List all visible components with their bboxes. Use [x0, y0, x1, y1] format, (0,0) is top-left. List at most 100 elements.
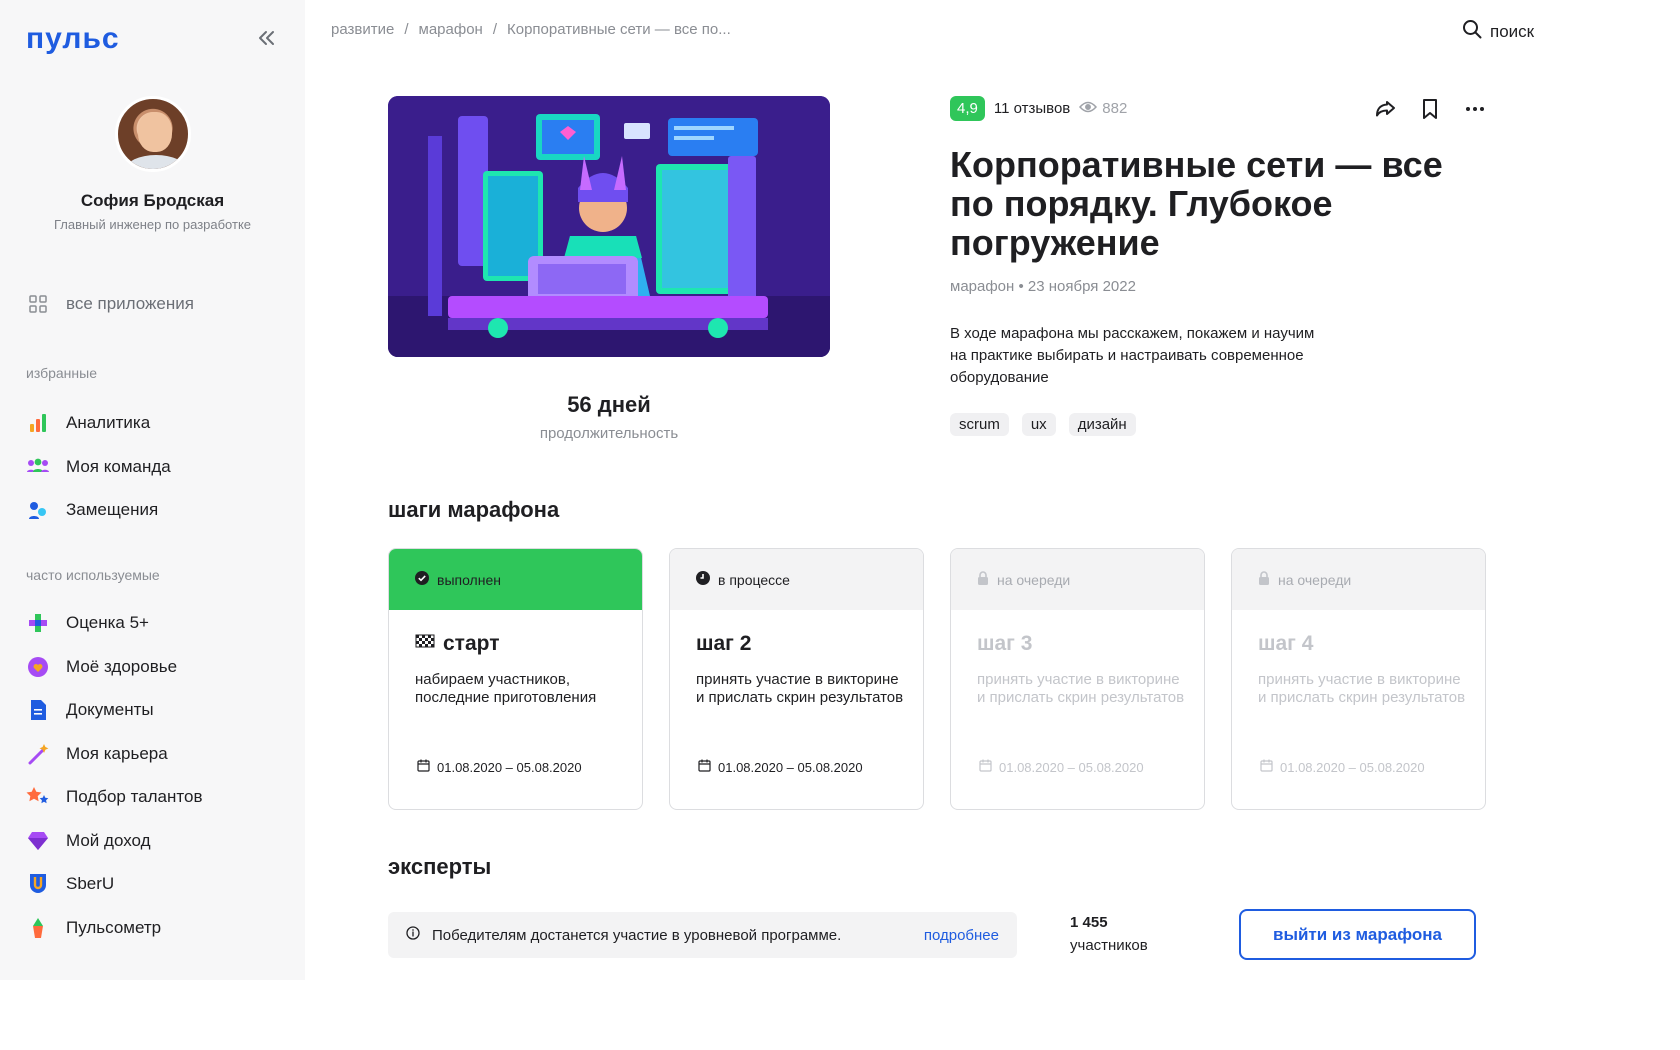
- search-icon: [1462, 19, 1482, 44]
- sidebar: пульс София Бродская Главный инженер по …: [0, 0, 305, 980]
- step-status: выполнен: [389, 549, 642, 610]
- sidebar-item-substitutions[interactable]: Замещения: [26, 498, 158, 522]
- rating-icon: [26, 611, 50, 635]
- step-title: старт: [415, 632, 642, 656]
- step-card: на очереди шаг 4 принять участие в викто…: [1231, 548, 1486, 810]
- participants-count: 1 455: [1070, 914, 1108, 931]
- step-date-range: 01.08.2020 – 05.08.2020: [718, 759, 863, 775]
- tag[interactable]: дизайн: [1068, 413, 1136, 436]
- step-title: шаг 3: [977, 632, 1033, 655]
- step-card[interactable]: в процессе шаг 2 принять участие в викто…: [669, 548, 924, 810]
- meta-separator: •: [1018, 278, 1024, 295]
- avatar[interactable]: [115, 96, 191, 172]
- sidebar-item-label: Моя карьера: [66, 744, 168, 763]
- documents-icon: [26, 698, 50, 722]
- breadcrumb-item-marathon[interactable]: марафон: [419, 21, 483, 38]
- sidebar-item-analytics[interactable]: Аналитика: [26, 411, 150, 435]
- step-title: шаг 2: [696, 632, 752, 655]
- step-dates: 01.08.2020 – 05.08.2020: [1260, 759, 1425, 775]
- eye-icon: [1079, 100, 1098, 117]
- sidebar-item-talents[interactable]: Подбор талантов: [26, 785, 202, 809]
- step-dates: 01.08.2020 – 05.08.2020: [979, 759, 1144, 775]
- sidebar-item-label: SberU: [66, 874, 115, 893]
- talents-icon: [26, 785, 50, 809]
- sidebar-item-label: Замещения: [66, 500, 159, 519]
- step-date-range: 01.08.2020 – 05.08.2020: [1280, 759, 1425, 775]
- step-date-range: 01.08.2020 – 05.08.2020: [999, 759, 1144, 775]
- tag-list: scrum ux дизайн: [950, 413, 1136, 436]
- sidebar-item-label: Моя команда: [66, 457, 171, 476]
- leave-marathon-button[interactable]: выйти из марафона: [1239, 909, 1476, 960]
- views-count: 882: [1079, 100, 1127, 117]
- analytics-icon: [26, 411, 50, 435]
- app-logo[interactable]: пульс: [26, 22, 120, 56]
- course-meta: марафон • 23 ноября 2022: [950, 278, 1136, 295]
- sidebar-item-label: Моё здоровье: [66, 657, 178, 676]
- page-title: Корпоративные сети — все по порядку. Глу…: [950, 144, 1443, 263]
- sidebar-item-career[interactable]: Моя карьера: [26, 742, 168, 766]
- experts-heading: эксперты: [388, 854, 492, 879]
- step-status: в процессе: [670, 549, 923, 610]
- step-card: на очереди шаг 3 принять участие в викто…: [950, 548, 1205, 810]
- bookmark-icon[interactable]: [1418, 97, 1442, 121]
- calendar-icon: [979, 759, 992, 775]
- sidebar-item-label: Оценка 5+: [66, 613, 149, 632]
- tag[interactable]: scrum: [950, 413, 1009, 436]
- lock-icon: [977, 571, 989, 588]
- step-card[interactable]: выполнен старт набираем участников, посл…: [388, 548, 643, 810]
- income-icon: [26, 829, 50, 853]
- step-status-label: в процессе: [718, 571, 790, 588]
- search-button[interactable]: поиск: [1462, 19, 1534, 44]
- all-apps-link[interactable]: все приложения: [26, 292, 194, 316]
- info-notice: Победителям достанется участие в уровнев…: [388, 912, 1017, 958]
- favorites-label: избранные: [26, 365, 97, 381]
- collapse-sidebar-icon[interactable]: [254, 26, 278, 50]
- calendar-icon: [417, 759, 430, 775]
- breadcrumb-separator: /: [404, 21, 409, 38]
- sidebar-item-sberu[interactable]: SberU: [26, 872, 114, 896]
- step-dates: 01.08.2020 – 05.08.2020: [698, 759, 863, 775]
- rating-badge: 4,9: [950, 96, 985, 121]
- sidebar-item-documents[interactable]: Документы: [26, 698, 154, 722]
- step-description: принять участие в викторине и прислать с…: [696, 671, 904, 706]
- sberu-icon: [26, 872, 50, 896]
- clock-icon: [696, 571, 710, 588]
- team-icon: [26, 455, 50, 479]
- breadcrumb: развитие / марафон / Корпоративные сети …: [331, 21, 731, 38]
- breadcrumb-separator: /: [492, 21, 497, 38]
- step-status-label: на очереди: [1278, 571, 1352, 588]
- avatar-face: [138, 112, 172, 152]
- sidebar-item-label: Подбор талантов: [66, 787, 203, 806]
- sidebar-item-label: Пульсометр: [66, 918, 162, 937]
- career-icon: [26, 742, 50, 766]
- breadcrumb-item-development[interactable]: развитие: [331, 21, 394, 38]
- info-icon: [406, 926, 420, 944]
- share-icon[interactable]: [1373, 97, 1397, 121]
- course-cover-illustration: [388, 96, 830, 357]
- reviews-link[interactable]: 11 отзывов: [994, 100, 1070, 117]
- duration-label: продолжительность: [539, 425, 679, 442]
- sidebar-item-label: Документы: [66, 700, 154, 719]
- tag[interactable]: ux: [1021, 413, 1056, 436]
- notice-text: Победителям достанется участие в уровнев…: [432, 926, 842, 944]
- notice-more-link[interactable]: подробнее: [924, 927, 999, 944]
- substitution-icon: [26, 498, 50, 522]
- checkered-flag-icon: [415, 632, 435, 656]
- course-description: В ходе марафона мы расскажем, покажем и …: [950, 325, 1315, 386]
- pulsometer-icon: [26, 916, 50, 940]
- step-status-label: выполнен: [437, 571, 501, 588]
- more-icon[interactable]: [1463, 97, 1487, 121]
- profile-role: Главный инженер по разработке: [53, 217, 252, 232]
- health-icon: [26, 655, 50, 679]
- step-status: на очереди: [1232, 549, 1485, 610]
- lock-icon: [1258, 571, 1270, 588]
- sidebar-item-team[interactable]: Моя команда: [26, 455, 171, 479]
- participants-label: участников: [1070, 937, 1148, 954]
- breadcrumb-item-current: Корпоративные сети — все по...: [507, 21, 731, 38]
- sidebar-item-rating[interactable]: Оценка 5+: [26, 611, 149, 635]
- sidebar-item-income[interactable]: Мой доход: [26, 829, 151, 853]
- grid-icon: [26, 292, 50, 316]
- sidebar-item-health[interactable]: Моё здоровье: [26, 655, 177, 679]
- sidebar-item-pulsometer[interactable]: Пульсометр: [26, 916, 161, 940]
- duration-value: 56 дней: [567, 392, 651, 417]
